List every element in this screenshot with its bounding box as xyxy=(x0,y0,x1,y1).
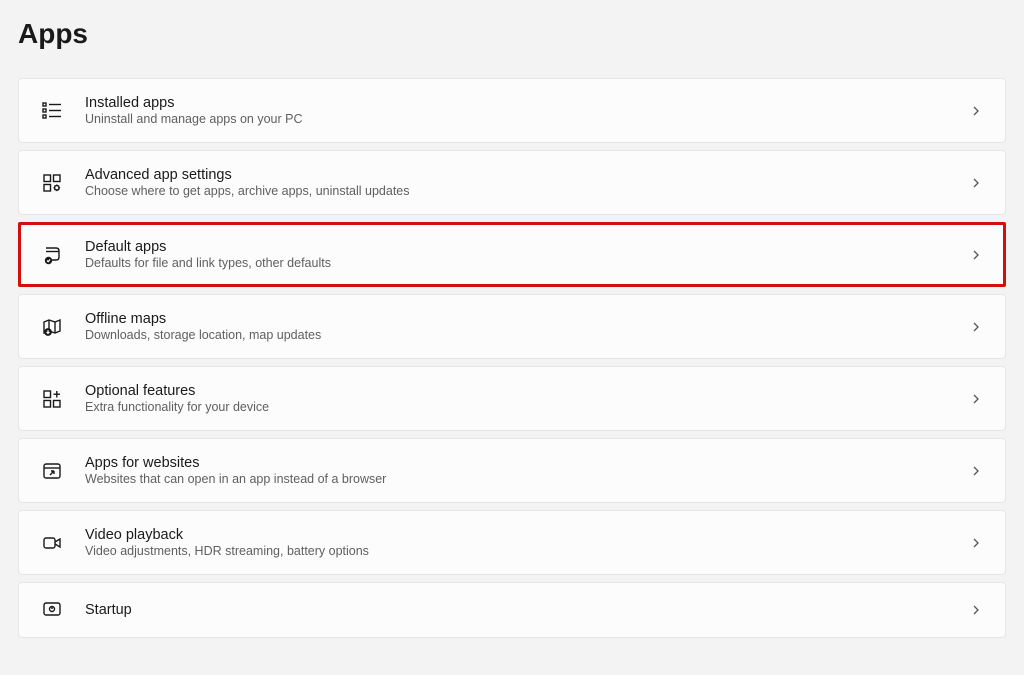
optional-features-item[interactable]: Optional features Extra functionality fo… xyxy=(18,366,1006,431)
item-title: Offline maps xyxy=(85,311,969,327)
default-apps-item[interactable]: Default apps Defaults for file and link … xyxy=(18,222,1006,287)
item-title: Startup xyxy=(85,602,969,618)
chevron-right-icon xyxy=(969,248,983,262)
item-desc: Uninstall and manage apps on your PC xyxy=(85,112,969,126)
item-desc: Defaults for file and link types, other … xyxy=(85,256,969,270)
item-title: Video playback xyxy=(85,527,969,543)
chevron-right-icon xyxy=(969,104,983,118)
chevron-right-icon xyxy=(969,392,983,406)
video-playback-icon xyxy=(41,532,63,554)
item-desc: Video adjustments, HDR streaming, batter… xyxy=(85,544,969,558)
item-text: Default apps Defaults for file and link … xyxy=(85,239,969,270)
item-text: Video playback Video adjustments, HDR st… xyxy=(85,527,969,558)
chevron-right-icon xyxy=(969,176,983,190)
settings-list: Installed apps Uninstall and manage apps… xyxy=(18,78,1006,641)
item-title: Advanced app settings xyxy=(85,167,969,183)
offline-maps-icon xyxy=(41,316,63,338)
item-title: Installed apps xyxy=(85,95,969,111)
item-desc: Choose where to get apps, archive apps, … xyxy=(85,184,969,198)
item-title: Default apps xyxy=(85,239,969,255)
item-text: Startup xyxy=(85,602,969,619)
advanced-app-settings-icon xyxy=(41,172,63,194)
offline-maps-item[interactable]: Offline maps Downloads, storage location… xyxy=(18,294,1006,359)
item-desc: Downloads, storage location, map updates xyxy=(85,328,969,342)
chevron-right-icon xyxy=(969,536,983,550)
startup-icon xyxy=(41,599,63,621)
item-desc: Websites that can open in an app instead… xyxy=(85,472,969,486)
advanced-app-settings-item[interactable]: Advanced app settings Choose where to ge… xyxy=(18,150,1006,215)
chevron-right-icon xyxy=(969,320,983,334)
item-title: Apps for websites xyxy=(85,455,969,471)
item-title: Optional features xyxy=(85,383,969,399)
optional-features-icon xyxy=(41,388,63,410)
installed-apps-icon xyxy=(41,100,63,122)
video-playback-item[interactable]: Video playback Video adjustments, HDR st… xyxy=(18,510,1006,575)
startup-item[interactable]: Startup xyxy=(18,582,1006,638)
item-text: Offline maps Downloads, storage location… xyxy=(85,311,969,342)
item-desc: Extra functionality for your device xyxy=(85,400,969,414)
installed-apps-item[interactable]: Installed apps Uninstall and manage apps… xyxy=(18,78,1006,143)
apps-for-websites-icon xyxy=(41,460,63,482)
item-text: Apps for websites Websites that can open… xyxy=(85,455,969,486)
page-title: Apps xyxy=(18,18,1006,50)
chevron-right-icon xyxy=(969,464,983,478)
default-apps-icon xyxy=(41,244,63,266)
apps-for-websites-item[interactable]: Apps for websites Websites that can open… xyxy=(18,438,1006,503)
item-text: Optional features Extra functionality fo… xyxy=(85,383,969,414)
item-text: Installed apps Uninstall and manage apps… xyxy=(85,95,969,126)
chevron-right-icon xyxy=(969,603,983,617)
item-text: Advanced app settings Choose where to ge… xyxy=(85,167,969,198)
